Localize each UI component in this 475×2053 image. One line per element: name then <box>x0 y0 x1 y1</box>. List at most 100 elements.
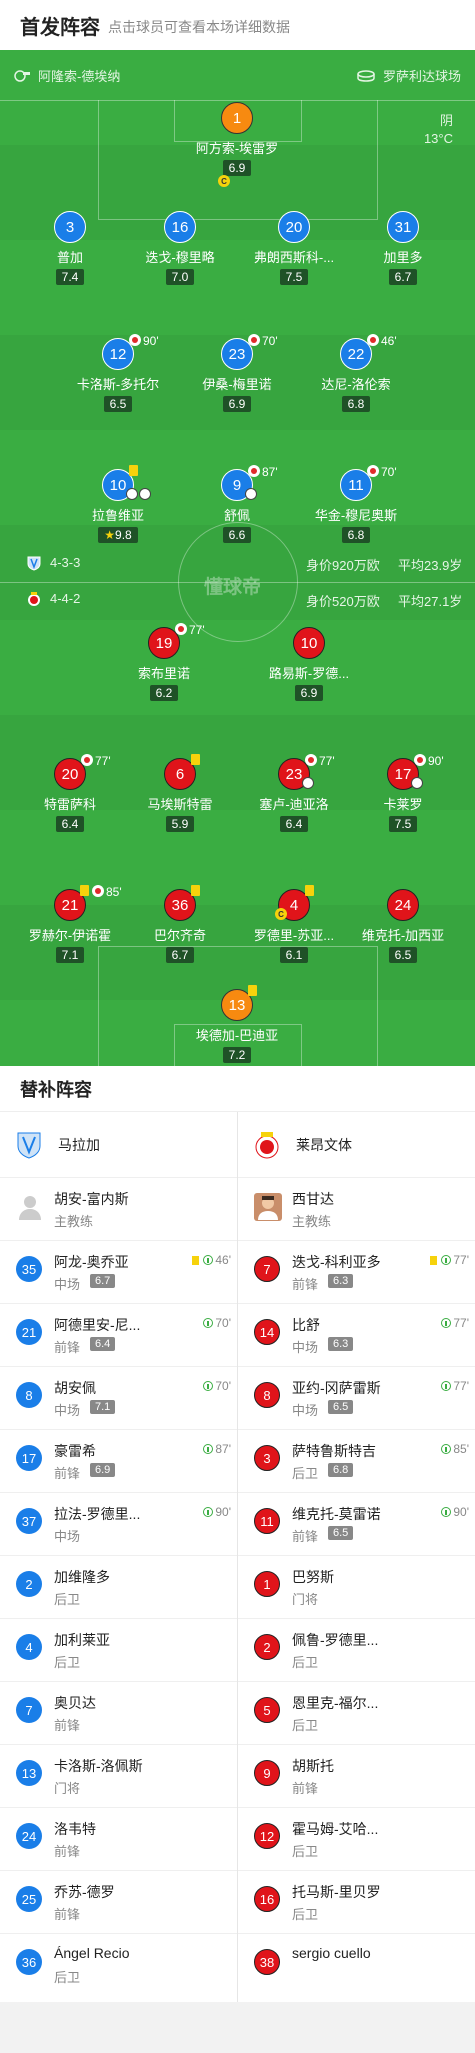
away-player-10[interactable]: 24 维克托-加西亚 6.5 <box>343 889 463 964</box>
home-sub-row[interactable]: 24 洛韦特 前锋 <box>0 1807 237 1870</box>
home-sub-row[interactable]: 21 阿德里安-尼... 前锋 6.4 70' <box>0 1303 237 1366</box>
yellow-card-icon <box>191 885 200 896</box>
sub-time: 70' <box>203 1379 231 1393</box>
away-team-row[interactable]: 莱昂文体 <box>238 1112 475 1177</box>
shirt-number: 4 <box>16 1634 42 1660</box>
home-player-9[interactable]: 10 拉鲁维亚 ★9.8 <box>58 465 178 544</box>
player-position: 中场 <box>292 1340 319 1355</box>
leonesa-logo-icon <box>28 592 40 606</box>
home-sub-row[interactable]: 25 乔苏-德罗 前锋 <box>0 1870 237 1933</box>
sub-time: 90' <box>441 1505 469 1519</box>
away-sub-row[interactable]: 1 巴努斯 门将 <box>238 1555 475 1618</box>
away-player-11[interactable]: 13 埃德加-巴迪亚 7.2 <box>177 985 297 1064</box>
home-age: 平均23.9岁 <box>398 558 463 573</box>
home-player-1[interactable]: 1 C 阿方索-埃雷罗 6.9 <box>177 102 297 187</box>
player-name: 维克托-莫雷诺 <box>292 1506 381 1522</box>
yellow-card-icon <box>129 465 138 476</box>
player-position: 中场 <box>292 1403 319 1418</box>
home-sub-row[interactable]: 13 卡洛斯-洛佩斯 门将 <box>0 1744 237 1807</box>
player-name: 拉法-罗德里... <box>54 1506 141 1522</box>
away-player-4[interactable]: 6 马埃斯特雷 5.9 <box>120 754 240 833</box>
player-name: 阿龙-奥乔亚 <box>54 1254 129 1270</box>
home-player-7[interactable]: 23 70' 伊桑-梅里诺 6.9 <box>177 334 297 413</box>
page-subtitle: 点击球员可查看本场详细数据 <box>108 18 290 35</box>
away-player-3[interactable]: 20 77' 特雷萨科 6.4 <box>10 754 130 833</box>
home-sub-row[interactable]: 7 奥贝达 前锋 <box>0 1681 237 1744</box>
player-name: 比舒 <box>292 1317 320 1333</box>
shirt-number: 16 <box>254 1886 280 1912</box>
player-name: sergio cuello <box>292 1945 371 1961</box>
home-player-6[interactable]: 12 90' 卡洛斯-多托尔 6.5 <box>58 334 178 413</box>
shirt-number: 2 <box>16 1571 42 1597</box>
home-player-2[interactable]: 3 普加 7.4 <box>10 211 130 286</box>
home-sub-row[interactable]: 36 Ángel Recio 后卫 <box>0 1933 237 1996</box>
home-player-3[interactable]: 16 迭戈-穆里略 7.0 <box>120 211 240 286</box>
away-sub-row[interactable]: 5 恩里克-福尔... 后卫 <box>238 1681 475 1744</box>
sub-time: 85' <box>441 1442 469 1456</box>
subs-title: 替补阵容 <box>0 1066 475 1112</box>
away-player-8[interactable]: 36 巴尔齐奇 6.7 <box>120 885 240 964</box>
player-position: 后卫 <box>292 1718 319 1733</box>
sub-on-icon <box>441 1381 452 1391</box>
away-player-9[interactable]: 4 C 罗德里-苏亚... 6.1 <box>234 885 354 964</box>
player-name: 卡洛斯-洛佩斯 <box>54 1758 143 1774</box>
pitch: 阿隆索-德埃纳 罗萨利达球场 阴 13°C 懂球帝 1 C 阿方索-埃雷罗 6.… <box>0 50 475 1066</box>
sub-off-icon <box>129 334 141 346</box>
home-player-4[interactable]: 20 弗朗西斯科-... 7.5 <box>234 211 354 286</box>
away-sub-row[interactable]: 16 托马斯-里贝罗 后卫 <box>238 1870 475 1933</box>
home-player-8[interactable]: 22 46' 达尼-洛伦索 6.8 <box>296 334 416 413</box>
player-position: 前锋 <box>292 1529 319 1544</box>
home-player-5[interactable]: 31 加里多 6.7 <box>343 211 463 286</box>
star-icon: ★ <box>104 528 116 542</box>
away-coach-row[interactable]: 西甘达 主教练 <box>238 1177 475 1240</box>
sub-off-icon <box>81 754 93 766</box>
player-position: 中场 <box>54 1277 81 1292</box>
home-player-11[interactable]: 11 70' 华金-穆尼奥斯 6.8 <box>296 465 416 544</box>
away-sub-row[interactable]: 38 sergio cuello <box>238 1933 475 1996</box>
player-position: 前锋 <box>54 1718 81 1733</box>
weather-temp: 13°C <box>423 131 453 146</box>
home-sub-row[interactable]: 35 阿龙-奥乔亚 中场 6.7 46' <box>0 1240 237 1303</box>
home-coach-row[interactable]: 胡安-富内斯 主教练 <box>0 1177 237 1240</box>
yellow-card-icon <box>305 885 314 896</box>
player-position: 后卫 <box>54 1970 81 1985</box>
away-age: 平均27.1岁 <box>398 594 463 609</box>
player-rating: 6.4 <box>90 1337 116 1351</box>
away-player-1[interactable]: 19 77' 索布里诺 6.2 <box>104 623 224 702</box>
home-sub-row[interactable]: 8 胡安佩 中场 7.1 70' <box>0 1366 237 1429</box>
away-sub-row[interactable]: 2 佩鲁-罗德里... 后卫 <box>238 1618 475 1681</box>
away-sub-row[interactable]: 11 维克托-莫雷诺 前锋 6.5 90' <box>238 1492 475 1555</box>
away-player-6[interactable]: 17 90' 卡莱罗 7.5 <box>343 754 463 833</box>
shirt-number: 17 <box>16 1445 42 1471</box>
shirt-number: 13 <box>16 1760 42 1786</box>
away-player-2[interactable]: 10 路易斯-罗德... 6.9 <box>249 627 369 702</box>
home-sub-row[interactable]: 37 拉法-罗德里... 中场 90' <box>0 1492 237 1555</box>
away-player-7[interactable]: 21 85' 罗赫尔-伊诺霍 7.1 <box>10 885 130 964</box>
away-formation-row: 4-4-2 身价520万欧 平均27.1岁 <box>0 591 475 611</box>
away-sub-row[interactable]: 12 霍马姆-艾哈... 后卫 <box>238 1807 475 1870</box>
home-player-10[interactable]: 9 87' 舒佩 6.6 <box>177 465 297 544</box>
shirt-number: 25 <box>16 1886 42 1912</box>
away-sub-row[interactable]: 3 萨特鲁斯特吉 后卫 6.8 85' <box>238 1429 475 1492</box>
sub-time: 77' <box>441 1379 469 1393</box>
away-player-5[interactable]: 23 77' 塞卢-迪亚洛 6.4 <box>234 754 354 833</box>
home-sub-row[interactable]: 4 加利莱亚 后卫 <box>0 1618 237 1681</box>
player-rating: 6.9 <box>90 1463 116 1477</box>
home-subs-column: 马拉加 胡安-富内斯 主教练 35 阿龙-奥乔亚 中场 6.7 46' 21 阿德里安-尼.… <box>0 1112 237 1996</box>
sub-on-icon <box>203 1381 214 1391</box>
home-sub-row[interactable]: 2 加维隆多 后卫 <box>0 1555 237 1618</box>
sub-off-icon <box>414 754 426 766</box>
player-position: 前锋 <box>54 1340 81 1355</box>
home-team-row[interactable]: 马拉加 <box>0 1112 237 1177</box>
away-sub-row[interactable]: 9 胡斯托 前锋 <box>238 1744 475 1807</box>
away-sub-row[interactable]: 14 比舒 中场 6.3 77' <box>238 1303 475 1366</box>
away-sub-row[interactable]: 7 迭戈-科利亚多 前锋 6.3 77' <box>238 1240 475 1303</box>
home-sub-row[interactable]: 17 豪雷希 前锋 6.9 87' <box>0 1429 237 1492</box>
weather-condition: 阴 <box>439 113 453 128</box>
away-sub-row[interactable]: 8 亚约-冈萨雷斯 中场 6.5 77' <box>238 1366 475 1429</box>
venue-row: 阿隆索-德埃纳 罗萨利达球场 <box>0 64 475 86</box>
player-name: 亚约-冈萨雷斯 <box>292 1380 381 1396</box>
player-position: 中场 <box>54 1529 81 1544</box>
player-rating: 6.7 <box>90 1274 116 1288</box>
player-position: 前锋 <box>54 1907 81 1922</box>
